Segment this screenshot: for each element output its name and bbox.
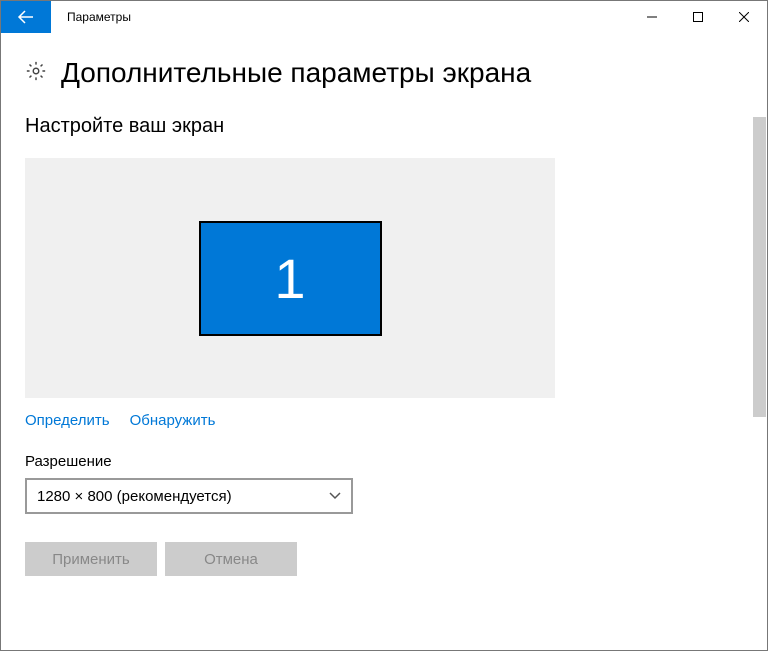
titlebar: Параметры — [1, 1, 767, 33]
gear-icon — [25, 60, 47, 87]
scrollbar-thumb[interactable] — [753, 117, 766, 417]
page-title: Дополнительные параметры экрана — [61, 57, 531, 89]
close-button[interactable] — [721, 1, 767, 33]
window-title: Параметры — [51, 1, 629, 33]
monitor-tile[interactable]: 1 — [199, 221, 382, 336]
minimize-button[interactable] — [629, 1, 675, 33]
back-arrow-icon — [17, 8, 35, 26]
close-icon — [739, 12, 749, 22]
apply-button[interactable]: Применить — [25, 542, 157, 576]
section-title: Настройте ваш экран — [25, 115, 743, 138]
resolution-label: Разрешение — [25, 453, 743, 470]
button-row: Применить Отмена — [25, 542, 743, 576]
resolution-select[interactable]: 1280 × 800 (рекомендуется) — [25, 478, 353, 514]
maximize-icon — [693, 12, 703, 22]
resolution-value: 1280 × 800 (рекомендуется) — [37, 488, 232, 505]
link-row: Определить Обнаружить — [25, 412, 743, 429]
page-header: Дополнительные параметры экрана — [25, 57, 743, 89]
display-preview: 1 — [25, 158, 555, 398]
back-button[interactable] — [1, 1, 51, 33]
content: Дополнительные параметры экрана Настройт… — [1, 33, 767, 576]
window-controls — [629, 1, 767, 33]
chevron-down-icon — [329, 492, 341, 500]
identify-link[interactable]: Определить — [25, 412, 110, 429]
minimize-icon — [647, 12, 657, 22]
detect-link[interactable]: Обнаружить — [130, 412, 216, 429]
cancel-button[interactable]: Отмена — [165, 542, 297, 576]
maximize-button[interactable] — [675, 1, 721, 33]
